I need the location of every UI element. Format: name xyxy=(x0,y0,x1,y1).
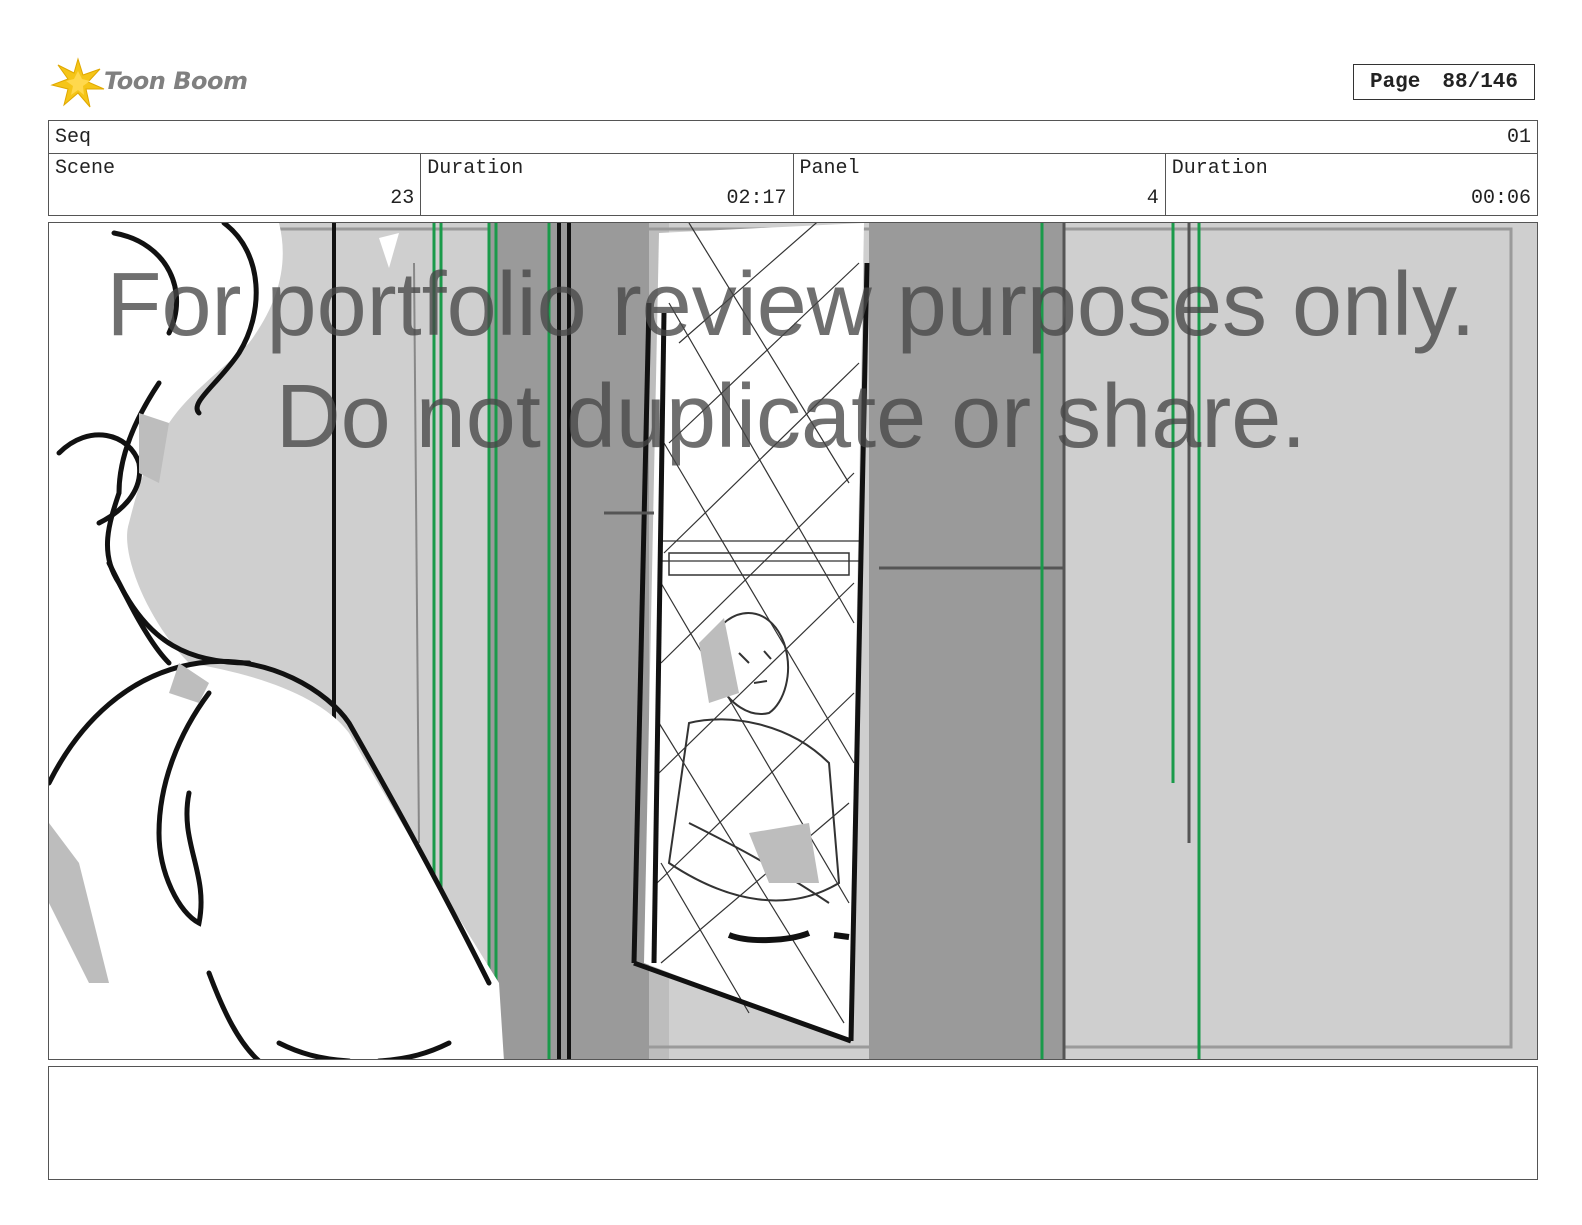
brand-name: Toon Boom xyxy=(104,67,248,95)
panel-duration-value: 00:06 xyxy=(1470,187,1531,210)
scene-value: 23 xyxy=(390,187,415,210)
seq-value: 01 xyxy=(1506,126,1531,149)
scene-duration-label: Duration xyxy=(427,157,524,180)
seq-row: Seq 01 xyxy=(49,121,1537,154)
panel-duration-label: Duration xyxy=(1171,157,1268,180)
scene-cell: Scene 23 xyxy=(49,153,422,215)
scene-label: Scene xyxy=(55,157,116,180)
panel-notes-box[interactable] xyxy=(48,1066,1538,1180)
seq-label: Seq xyxy=(55,126,92,149)
watermark-line-2: Do not duplicate or share. xyxy=(275,367,1307,467)
panel-info-table: Seq 01 Scene 23 Duration 02:17 Panel 4 D… xyxy=(48,120,1538,216)
watermark-line-1: For portfolio review purposes only. xyxy=(106,255,1476,355)
toon-boom-logo: Toon Boom xyxy=(50,55,250,111)
panel-value: 4 xyxy=(1146,187,1159,210)
page-number: 88/146 xyxy=(1442,70,1519,94)
star-burst-icon xyxy=(50,57,105,108)
scene-duration-cell: Duration 02:17 xyxy=(421,153,794,215)
panel-label: Panel xyxy=(799,157,860,180)
page-indicator: Page 88/146 xyxy=(1353,64,1535,100)
page-label: Page xyxy=(1369,70,1421,94)
panel-duration-cell: Duration 00:06 xyxy=(1166,153,1537,215)
scene-duration-value: 02:17 xyxy=(726,187,787,210)
panel-cell: Panel 4 xyxy=(794,153,1166,215)
